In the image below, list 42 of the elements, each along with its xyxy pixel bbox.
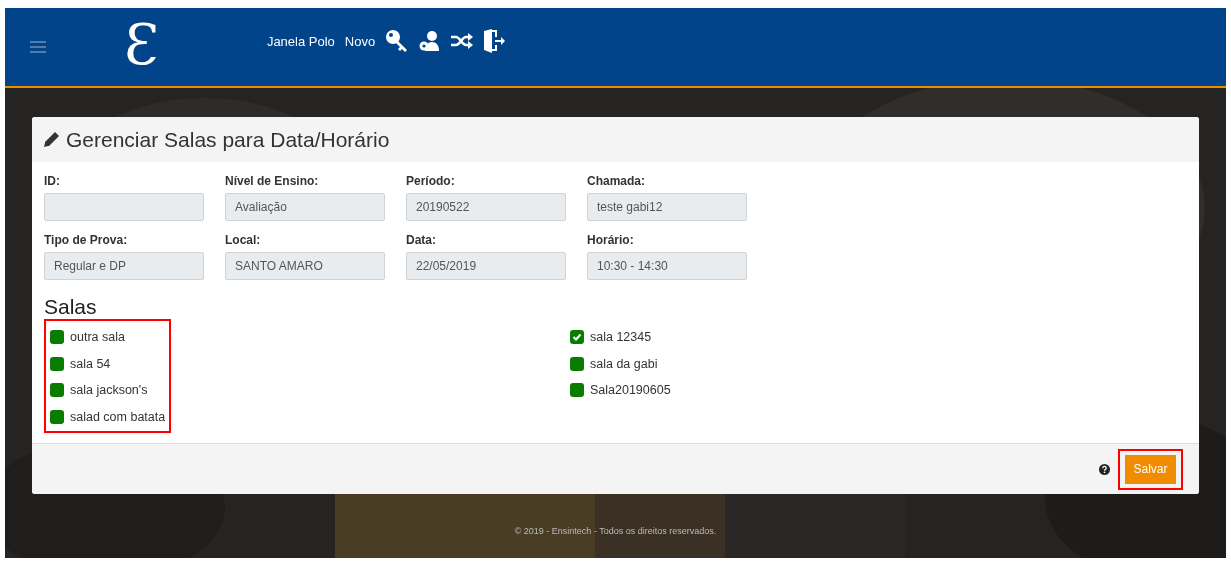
user-gear-icon[interactable] <box>419 30 442 52</box>
checkbox-label: salad com batata <box>70 409 166 424</box>
checkbox-label: sala 12345 <box>590 330 652 345</box>
checkbox-label: outra sala <box>70 330 125 345</box>
field-label: ID: <box>44 174 61 188</box>
checkbox[interactable] <box>50 409 64 424</box>
field-label: Tipo de Prova: <box>44 233 129 247</box>
checkbox-label: Sala20190605 <box>590 383 671 398</box>
copyright-text: © 2019 - Ensintech - Todos os direitos reservados. <box>513 526 718 536</box>
input-field[interactable] <box>44 193 204 221</box>
checkbox[interactable] <box>570 330 584 345</box>
shuffle-icon[interactable] <box>451 33 474 49</box>
card-title: Gerenciar Salas para Data/Horário <box>66 127 390 152</box>
input-field[interactable]: 22/05/2019 <box>406 252 566 280</box>
nav-link[interactable]: Janela Polo <box>266 33 335 49</box>
checkbox[interactable] <box>50 356 64 371</box>
pencil-icon <box>43 131 60 148</box>
checkbox-label: sala jackson's <box>70 383 148 398</box>
input-field[interactable]: 20190522 <box>406 193 566 221</box>
key-icon[interactable] <box>385 29 410 53</box>
exit-door-icon[interactable] <box>483 29 506 53</box>
field-label: Período: <box>406 174 456 188</box>
input-field[interactable]: Avaliação <box>225 193 385 221</box>
checkbox[interactable] <box>50 330 64 345</box>
input-field[interactable]: teste gabi12 <box>587 193 747 221</box>
field-label: Chamada: <box>587 174 646 188</box>
logo[interactable]: Ɛ <box>124 17 159 73</box>
input-field[interactable]: SANTO AMARO <box>225 252 385 280</box>
help-icon[interactable] <box>1099 463 1110 475</box>
field-label: Local: <box>225 233 262 247</box>
checkbox-label: sala 54 <box>70 356 111 371</box>
checkbox-label: sala da gabi <box>590 356 658 371</box>
nav-link[interactable]: Novo <box>344 33 376 49</box>
field-label: Data: <box>406 233 437 247</box>
input-field[interactable]: 10:30 - 14:30 <box>587 252 747 280</box>
section-heading: Salas <box>44 295 98 319</box>
field-label: Horário: <box>587 233 635 247</box>
input-field[interactable]: Regular e DP <box>44 252 204 280</box>
checkbox[interactable] <box>570 383 584 398</box>
checkbox[interactable] <box>570 356 584 371</box>
checkbox[interactable] <box>50 383 64 398</box>
field-label: Nível de Ensino: <box>225 174 320 188</box>
